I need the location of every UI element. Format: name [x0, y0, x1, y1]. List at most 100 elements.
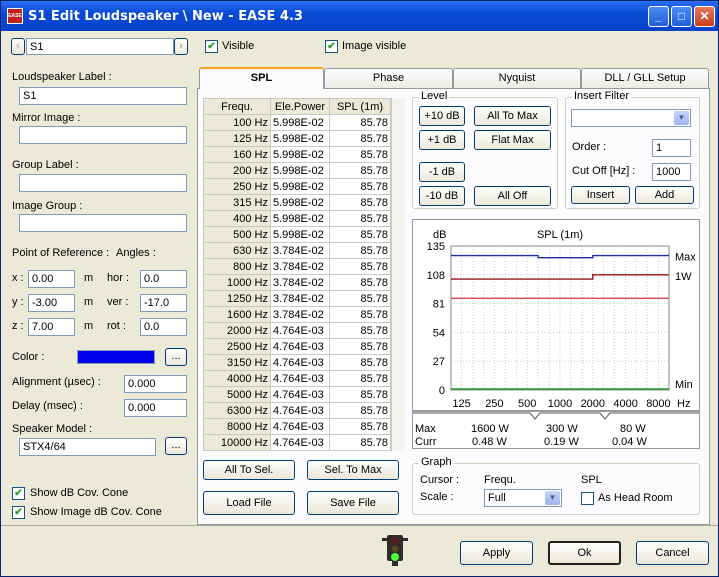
spl-cell[interactable]: 85.78 — [329, 258, 391, 275]
spl-cell[interactable]: 85.78 — [329, 290, 391, 307]
spl-cell[interactable]: 85.78 — [329, 274, 391, 291]
ele-power-cell[interactable]: 4.764E-03 — [270, 354, 330, 371]
ele-power-cell[interactable]: 5.998E-02 — [270, 210, 330, 227]
x-input[interactable]: 0.00 — [28, 270, 75, 288]
frequ-cell[interactable]: 5000 Hz — [203, 386, 271, 403]
table-row[interactable]: 100 Hz 5.998E-02 85.78 — [203, 114, 391, 131]
frequ-cell[interactable]: 400 Hz — [203, 210, 271, 227]
spl-cell[interactable]: 85.78 — [329, 338, 391, 355]
frequ-cell[interactable]: 1000 Hz — [203, 274, 271, 291]
maximize-button[interactable]: □ — [671, 6, 692, 27]
cancel-button[interactable]: Cancel — [636, 541, 709, 565]
frequ-cell[interactable]: 315 Hz — [203, 194, 271, 211]
frequ-cell[interactable]: 500 Hz — [203, 226, 271, 243]
tab-dll-gll-setup[interactable]: DLL / GLL Setup — [581, 68, 709, 88]
ele-power-cell[interactable]: 3.784E-02 — [270, 242, 330, 259]
ele-power-cell[interactable]: 4.764E-03 — [270, 338, 330, 355]
speaker-model-input[interactable]: STX4/64 — [19, 438, 156, 456]
ele-power-cell[interactable]: 4.764E-03 — [270, 434, 330, 451]
spl-cell[interactable]: 85.78 — [329, 178, 391, 195]
col-header-ele-power[interactable]: Ele.Power — [270, 98, 330, 115]
spl-cell[interactable]: 85.78 — [329, 434, 391, 451]
frequ-cell[interactable]: 800 Hz — [203, 258, 271, 275]
table-row[interactable]: 1000 Hz 3.784E-02 85.78 — [203, 274, 391, 291]
chevron-down-icon[interactable]: ▼ — [545, 491, 560, 505]
spl-cell[interactable]: 85.78 — [329, 322, 391, 339]
ele-power-cell[interactable]: 5.998E-02 — [270, 130, 330, 147]
frequ-cell[interactable]: 2500 Hz — [203, 338, 271, 355]
table-row[interactable]: 250 Hz 5.998E-02 85.78 — [203, 178, 391, 195]
ele-power-cell[interactable]: 3.784E-02 — [270, 274, 330, 291]
frequ-cell[interactable]: 250 Hz — [203, 178, 271, 195]
prev-speaker-button[interactable]: ‹ — [11, 38, 25, 55]
spl-cell[interactable]: 85.78 — [329, 194, 391, 211]
ele-power-cell[interactable]: 5.998E-02 — [270, 194, 330, 211]
order-input[interactable]: 1 — [652, 139, 691, 157]
load-file-button[interactable]: Load File — [203, 491, 295, 515]
col-header-frequ[interactable]: Frequ. — [203, 98, 271, 115]
ele-power-cell[interactable]: 5.998E-02 — [270, 162, 330, 179]
color-picker-button[interactable]: ... — [165, 348, 187, 366]
save-file-button[interactable]: Save File — [307, 491, 399, 515]
table-row[interactable]: 4000 Hz 4.764E-03 85.78 — [203, 370, 391, 387]
spl-cell[interactable]: 85.78 — [329, 386, 391, 403]
minus-10-db-button[interactable]: -10 dB — [419, 186, 465, 206]
rot-input[interactable]: 0.0 — [140, 318, 187, 336]
plus-10-db-button[interactable]: +10 dB — [419, 106, 465, 126]
table-row[interactable]: 1250 Hz 3.784E-02 85.78 — [203, 290, 391, 307]
table-scrollbar[interactable] — [391, 98, 405, 451]
y-input[interactable]: -3.00 — [28, 294, 75, 312]
visible-checkbox[interactable]: ✔ — [205, 40, 218, 53]
spl-cell[interactable]: 85.78 — [329, 418, 391, 435]
show-db-cov-checkbox[interactable]: ✔ — [12, 487, 25, 500]
table-row[interactable]: 1600 Hz 3.784E-02 85.78 — [203, 306, 391, 323]
table-row[interactable]: 2500 Hz 4.764E-03 85.78 — [203, 338, 391, 355]
z-input[interactable]: 7.00 — [28, 318, 75, 336]
scale-select[interactable]: Full ▼ — [484, 489, 562, 507]
ele-power-cell[interactable]: 5.998E-02 — [270, 146, 330, 163]
image-visible-checkbox[interactable]: ✔ — [325, 40, 338, 53]
col-header-spl[interactable]: SPL (1m) — [329, 98, 391, 115]
ver-input[interactable]: -17.0 — [140, 294, 187, 312]
ok-button[interactable]: Ok — [548, 541, 621, 565]
spl-cell[interactable]: 85.78 — [329, 354, 391, 371]
table-row[interactable]: 160 Hz 5.998E-02 85.78 — [203, 146, 391, 163]
table-row[interactable]: 125 Hz 5.998E-02 85.78 — [203, 130, 391, 147]
spl-cell[interactable]: 85.78 — [329, 306, 391, 323]
show-image-db-cov-checkbox[interactable]: ✔ — [12, 506, 25, 519]
next-speaker-button[interactable]: › — [174, 38, 188, 55]
speaker-selector[interactable]: S1 — [26, 38, 174, 55]
add-filter-button[interactable]: Add — [635, 186, 694, 204]
frequ-cell[interactable]: 2000 Hz — [203, 322, 271, 339]
spl-cell[interactable]: 85.78 — [329, 210, 391, 227]
minimize-button[interactable]: _ — [648, 6, 669, 27]
all-to-max-button[interactable]: All To Max — [474, 106, 551, 126]
title-bar[interactable]: EASE S1 Edit Loudspeaker \ New - EASE 4.… — [1, 1, 718, 31]
as-head-room-checkbox[interactable] — [581, 492, 594, 505]
table-row[interactable]: 400 Hz 5.998E-02 85.78 — [203, 210, 391, 227]
frequ-cell[interactable]: 6300 Hz — [203, 402, 271, 419]
frequ-cell[interactable]: 100 Hz — [203, 114, 271, 131]
all-to-sel-button[interactable]: All To Sel. — [203, 460, 295, 480]
frequ-cell[interactable]: 630 Hz — [203, 242, 271, 259]
cutoff-input[interactable]: 1000 — [652, 163, 691, 181]
all-off-button[interactable]: All Off — [474, 186, 551, 206]
chevron-down-icon[interactable]: ▼ — [674, 111, 689, 125]
tab-spl[interactable]: SPL — [199, 67, 324, 89]
spl-cell[interactable]: 85.78 — [329, 130, 391, 147]
spl-cell[interactable]: 85.78 — [329, 226, 391, 243]
table-row[interactable]: 6300 Hz 4.764E-03 85.78 — [203, 402, 391, 419]
frequ-cell[interactable]: 4000 Hz — [203, 370, 271, 387]
frequ-cell[interactable]: 3150 Hz — [203, 354, 271, 371]
frequ-cell[interactable]: 160 Hz — [203, 146, 271, 163]
flat-max-button[interactable]: Flat Max — [474, 130, 551, 150]
plus-1-db-button[interactable]: +1 dB — [419, 130, 465, 150]
tab-phase[interactable]: Phase — [324, 68, 453, 88]
table-row[interactable]: 10000 Hz 4.764E-03 85.78 — [203, 434, 391, 451]
frequ-cell[interactable]: 125 Hz — [203, 130, 271, 147]
frequ-cell[interactable]: 8000 Hz — [203, 418, 271, 435]
insert-filter-button[interactable]: Insert — [571, 186, 630, 204]
table-row[interactable]: 2000 Hz 4.764E-03 85.78 — [203, 322, 391, 339]
alignment-input[interactable]: 0.000 — [124, 375, 187, 393]
speaker-model-browse-button[interactable]: ... — [165, 437, 187, 455]
